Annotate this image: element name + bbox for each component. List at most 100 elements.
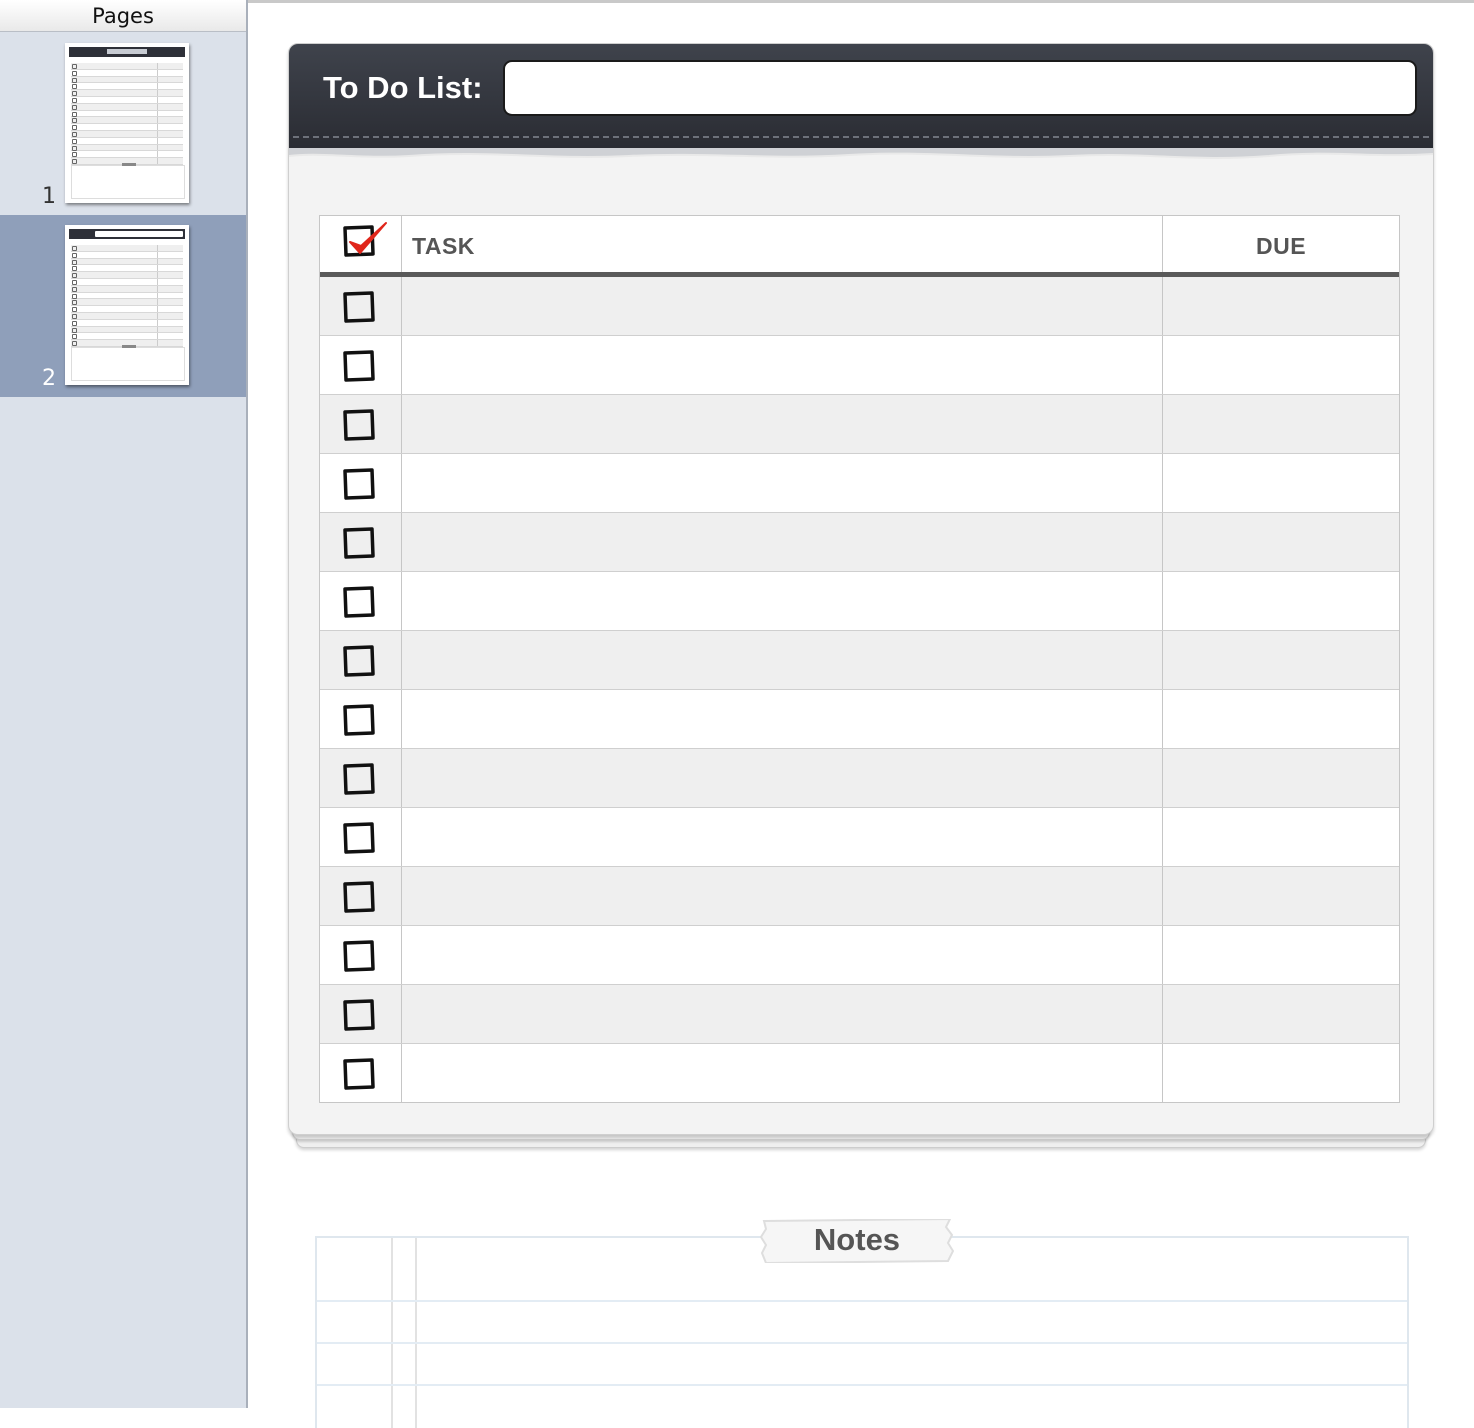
check-cell [320,454,402,512]
due-cell[interactable] [1163,454,1399,512]
table-row [320,336,1399,395]
red-check-mark-icon [349,222,387,254]
sidebar-title: Pages [0,0,246,32]
due-cell[interactable] [1163,395,1399,453]
task-cell[interactable] [402,513,1163,571]
table-body [320,277,1399,1102]
table-row [320,277,1399,336]
checkbox-icon[interactable] [342,290,376,324]
page-number: 1 [42,184,56,209]
check-cell [320,395,402,453]
check-cell [320,867,402,925]
thumb-table [71,245,183,347]
page-number: 2 [42,366,56,391]
notes-rule-line [317,1342,1407,1344]
task-cell[interactable] [402,867,1163,925]
task-table: TASK DUE [319,215,1400,1103]
table-row [320,1044,1399,1102]
task-cell[interactable] [402,690,1163,748]
table-row [320,749,1399,808]
table-row [320,631,1399,690]
checkbox-icon[interactable] [342,939,376,973]
check-cell [320,1044,402,1102]
page-thumbnail-1[interactable]: 1 [0,33,246,215]
due-cell[interactable] [1163,631,1399,689]
task-cell[interactable] [402,572,1163,630]
check-cell [320,985,402,1043]
notes-rule-line [317,1300,1407,1302]
check-cell [320,690,402,748]
table-row [320,690,1399,749]
thumb-table [71,63,183,165]
task-cell[interactable] [402,277,1163,335]
task-cell[interactable] [402,395,1163,453]
checkbox-icon[interactable] [342,762,376,796]
due-cell[interactable] [1163,572,1399,630]
check-cell [320,926,402,984]
table-row [320,985,1399,1044]
notes-area[interactable] [315,1236,1409,1428]
checkbox-icon[interactable] [342,1057,376,1091]
check-cell [320,277,402,335]
task-cell[interactable] [402,454,1163,512]
table-row [320,395,1399,454]
thumb-notes [71,163,185,199]
due-cell[interactable] [1163,513,1399,571]
checkbox-icon[interactable] [342,408,376,442]
task-column-header: TASK [412,233,475,259]
todo-list-title-input[interactable] [503,60,1417,116]
page-thumbnail-image[interactable] [65,225,189,385]
checkbox-icon[interactable] [342,880,376,914]
due-cell[interactable] [1163,277,1399,335]
document-canvas: To Do List: TASK DUE Notes [248,0,1474,1428]
task-cell[interactable] [402,1044,1163,1102]
header-stitching [293,136,1429,138]
thumb-header [69,47,185,57]
pages-sidebar: Pages 1 2 [0,0,248,1408]
check-cell [320,572,402,630]
task-cell[interactable] [402,749,1163,807]
table-row [320,926,1399,985]
task-cell[interactable] [402,926,1163,984]
checkbox-icon[interactable] [342,644,376,678]
check-cell [320,808,402,866]
due-column-header: DUE [1255,233,1307,259]
todo-card: To Do List: TASK DUE [288,43,1434,1135]
notes-margin-line [391,1238,393,1428]
table-row [320,808,1399,867]
due-cell[interactable] [1163,985,1399,1043]
torn-paper-edge [289,148,1433,159]
notes-margin-line [415,1238,417,1428]
checkbox-icon[interactable] [342,998,376,1032]
todo-list-label: To Do List: [323,70,483,105]
due-cell[interactable] [1163,926,1399,984]
check-cell [320,749,402,807]
checkbox-icon[interactable] [342,585,376,619]
checkbox-icon[interactable] [342,349,376,383]
check-cell [320,513,402,571]
todo-header: To Do List: [289,44,1433,148]
due-cell[interactable] [1163,867,1399,925]
task-cell[interactable] [402,808,1163,866]
due-cell[interactable] [1163,1044,1399,1102]
check-cell [320,336,402,394]
due-cell[interactable] [1163,336,1399,394]
page-thumbnail-image[interactable] [65,43,189,203]
table-row [320,572,1399,631]
checkbox-icon[interactable] [342,526,376,560]
due-cell[interactable] [1163,808,1399,866]
checkbox-icon[interactable] [342,467,376,501]
due-cell[interactable] [1163,749,1399,807]
due-cell[interactable] [1163,690,1399,748]
table-row [320,454,1399,513]
task-cell[interactable] [402,985,1163,1043]
task-cell[interactable] [402,631,1163,689]
checkbox-icon[interactable] [342,821,376,855]
table-row [320,513,1399,572]
table-row [320,867,1399,926]
checkbox-icon[interactable] [342,703,376,737]
thumb-header [69,229,185,239]
page-thumbnail-2[interactable]: 2 [0,215,246,397]
notes-label: Notes [813,1222,901,1257]
task-cell[interactable] [402,336,1163,394]
